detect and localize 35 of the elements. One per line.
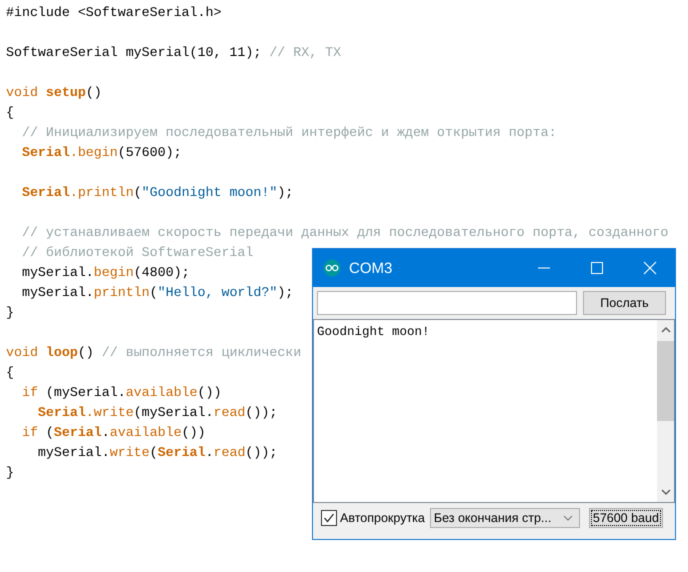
output-text: Goodnight moon! — [316, 324, 431, 339]
code-line: SoftwareSerial mySerial(10, 11); // RX, TX — [6, 44, 342, 62]
line-ending-dropdown[interactable]: Без окончания стр... — [430, 508, 580, 528]
autoscroll-checkbox[interactable] — [321, 510, 337, 526]
close-icon[interactable] — [643, 261, 657, 275]
code-line: mySerial.begin(4800); — [20, 264, 190, 282]
code-line: // устанавливаем скорость передачи данных для последовательного порта, созданного — [20, 224, 668, 242]
code-line: if (mySerial.available()) — [20, 384, 222, 402]
code-line: void loop() // выполняется циклически — [6, 344, 302, 362]
code-line: void setup() — [6, 84, 102, 102]
code-line: { — [6, 104, 14, 122]
code-line: } — [6, 304, 14, 322]
code-line: #include <SoftwareSerial.h> — [6, 4, 222, 22]
send-input-field[interactable] — [317, 291, 577, 315]
code-line: if (Serial.available()) — [20, 424, 206, 442]
code-line: Serial.write(mySerial.read()); — [36, 404, 278, 422]
infinity-logo-icon — [323, 259, 341, 277]
scroll-down-icon[interactable] — [660, 489, 670, 496]
code-line: { — [6, 364, 14, 382]
scroll-thumb[interactable] — [657, 341, 674, 421]
autoscroll-label: Автопрокрутка — [340, 511, 425, 525]
scrollbar[interactable] — [657, 320, 674, 502]
code-line: // библиотекой SoftwareSerial — [20, 244, 254, 262]
code-line: // Инициализируем последовательный интерфейс и ждем открытия порта: — [20, 124, 557, 142]
code-line: Serial.println("Goodnight moon!"); — [20, 184, 294, 202]
chevron-down-icon[interactable] — [562, 515, 573, 521]
code-line: mySerial.println("Hello, world?"); — [20, 284, 294, 302]
baud-rate-dropdown[interactable]: 57600 baud — [588, 508, 663, 528]
send-button[interactable]: Послать — [583, 291, 666, 315]
code-line: mySerial.write(Serial.read()); — [36, 444, 278, 462]
scroll-up-icon[interactable] — [660, 326, 670, 333]
code-line: Serial.begin(57600); — [20, 144, 182, 162]
maximize-icon[interactable] — [590, 261, 604, 275]
window-title: COM3 — [349, 260, 392, 276]
code-line: } — [6, 464, 14, 482]
